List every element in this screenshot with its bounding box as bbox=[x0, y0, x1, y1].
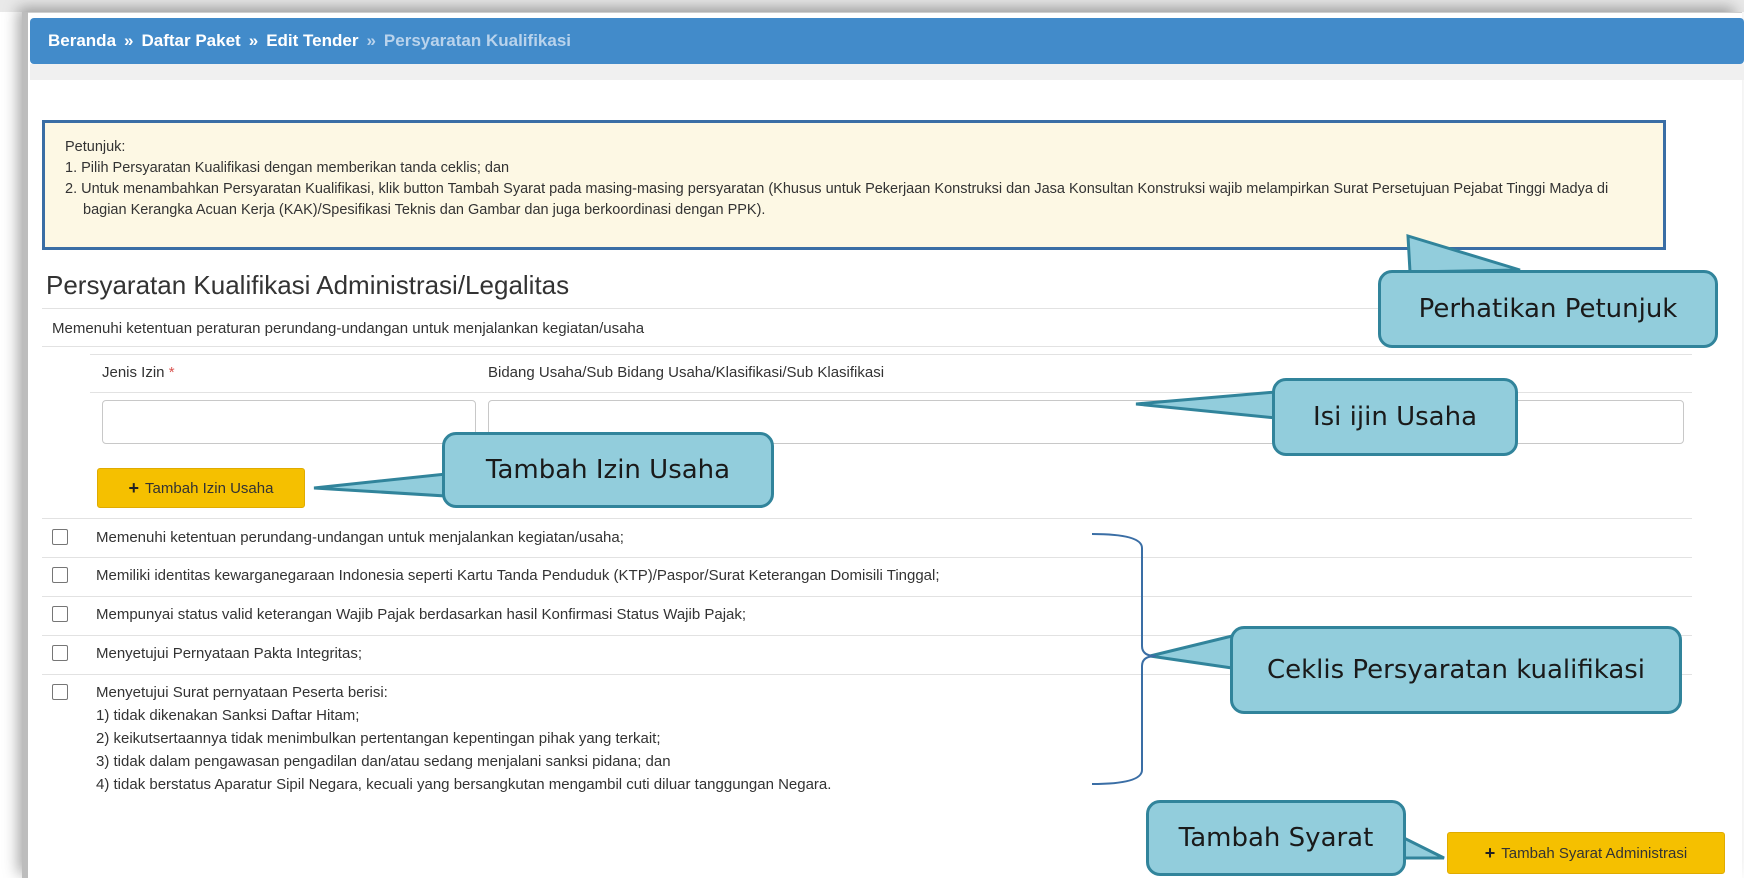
callout-add-permit: Tambah Izin Usaha bbox=[442, 432, 774, 508]
callout-tail bbox=[1149, 634, 1234, 670]
callout-tail bbox=[1402, 835, 1445, 860]
callout-guide: Perhatikan Petunjuk bbox=[1378, 270, 1718, 348]
callout-tail bbox=[313, 472, 448, 498]
callout-add-requirement: Tambah Syarat bbox=[1146, 800, 1406, 876]
callout-tail bbox=[1406, 233, 1521, 274]
callout-tail bbox=[1135, 390, 1278, 420]
bracket-brace bbox=[1091, 533, 1157, 785]
callout-permit: Isi ijin Usaha bbox=[1272, 378, 1518, 456]
callout-checklist: Ceklis Persyaratan kualifikasi bbox=[1230, 626, 1682, 714]
